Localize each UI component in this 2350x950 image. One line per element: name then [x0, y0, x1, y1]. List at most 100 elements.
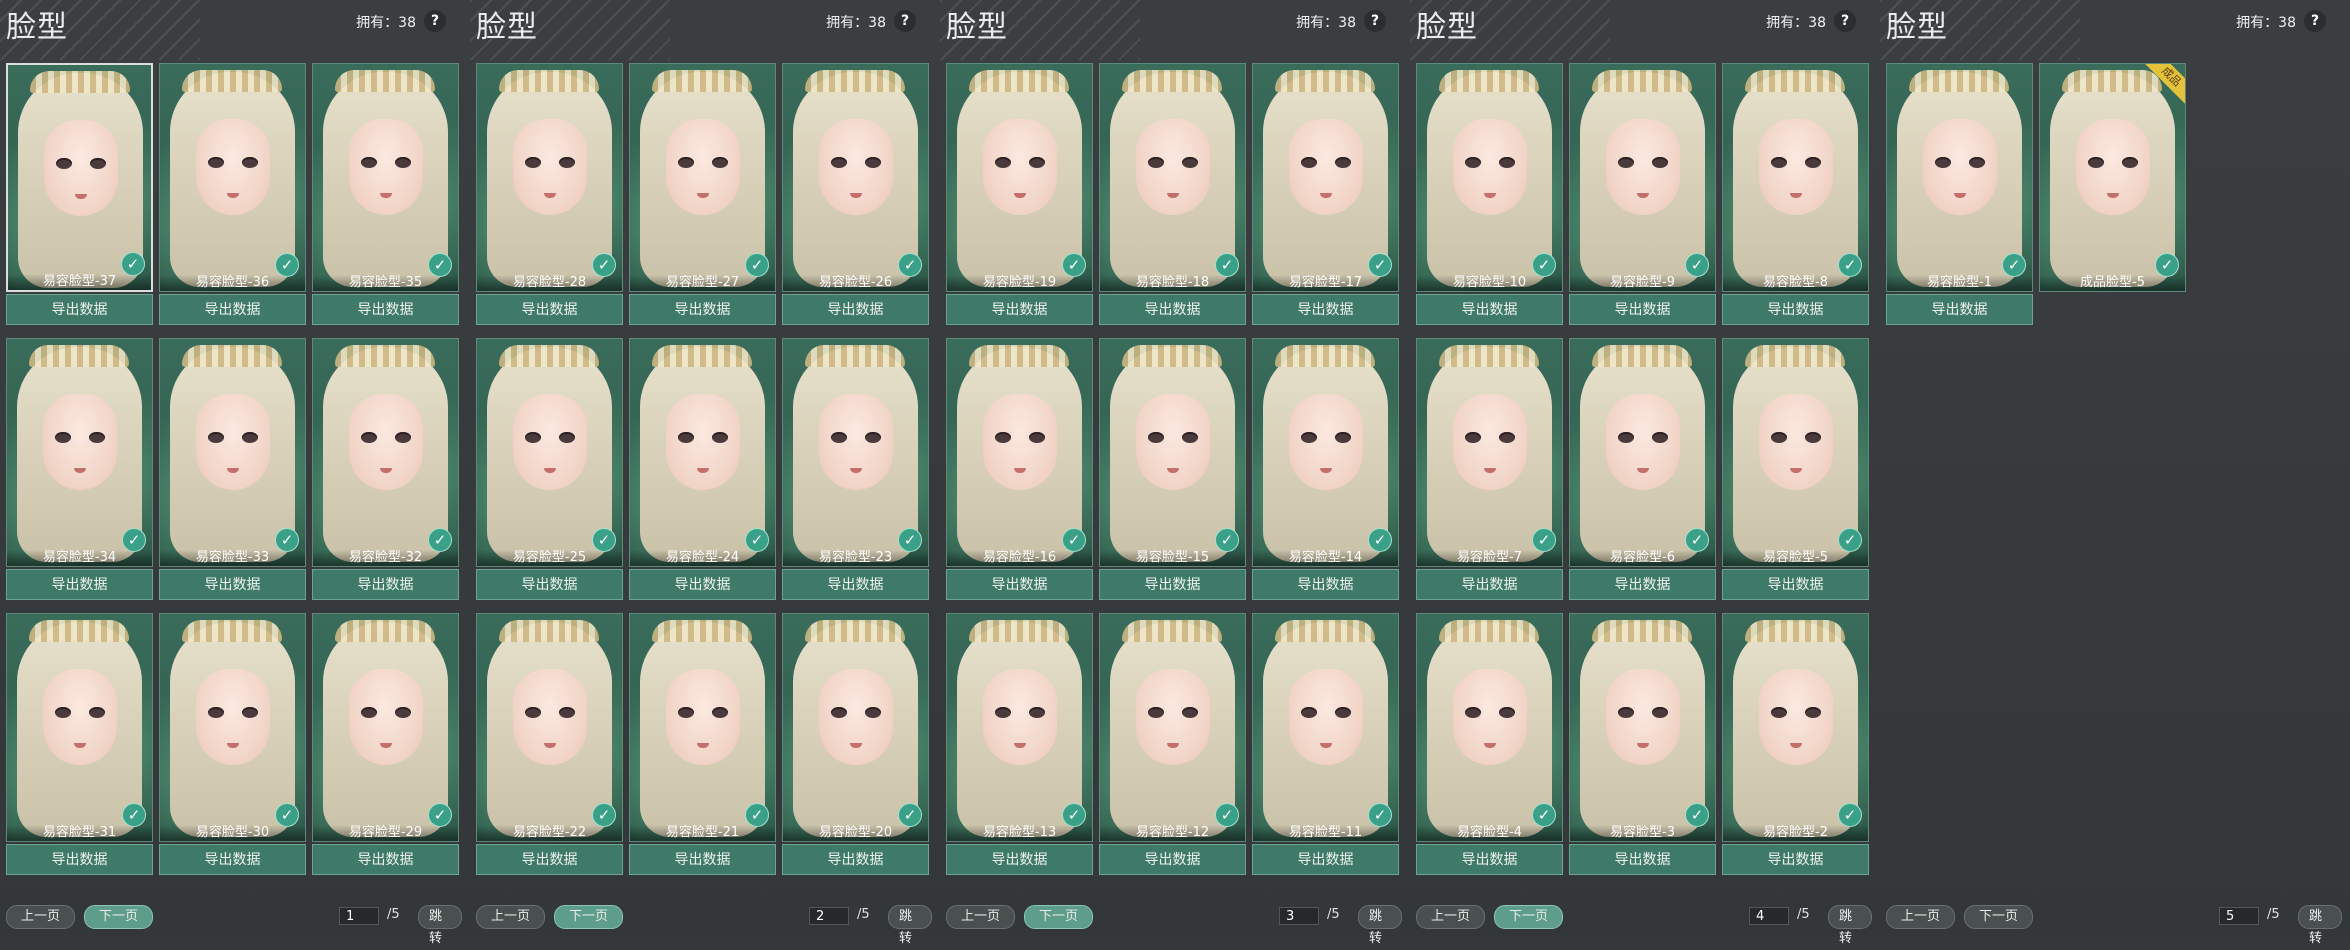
face-card[interactable]: ✓ 易容脸型-17 — [1252, 63, 1399, 292]
face-card[interactable]: ✓ 易容脸型-18 — [1099, 63, 1246, 292]
face-card[interactable]: ✓ 易容脸型-14 — [1252, 338, 1399, 567]
prev-page-button[interactable]: 上一页 — [1886, 905, 1956, 929]
face-card[interactable]: ✓ 易容脸型-12 — [1099, 613, 1246, 842]
export-data-button[interactable]: 导出数据 — [629, 294, 776, 325]
export-data-button[interactable]: 导出数据 — [1722, 294, 1869, 325]
export-data-button[interactable]: 导出数据 — [1416, 569, 1563, 600]
export-data-button[interactable]: 导出数据 — [1252, 844, 1399, 875]
export-data-button[interactable]: 导出数据 — [312, 294, 459, 325]
face-card[interactable]: ✓ 易容脸型-22 — [476, 613, 623, 842]
page-number-input[interactable]: 3 — [1279, 907, 1319, 925]
face-card[interactable]: ✓ 易容脸型-10 — [1416, 63, 1563, 292]
prev-page-button[interactable]: 上一页 — [946, 905, 1016, 929]
export-data-button[interactable]: 导出数据 — [946, 844, 1093, 875]
prev-page-button[interactable]: 上一页 — [1416, 905, 1486, 929]
export-data-button[interactable]: 导出数据 — [1886, 294, 2033, 325]
next-page-button[interactable]: 下一页 — [554, 905, 624, 929]
help-icon[interactable]: ? — [894, 10, 916, 32]
export-data-button[interactable]: 导出数据 — [476, 844, 623, 875]
face-card[interactable]: ✓ 易容脸型-28 — [476, 63, 623, 292]
page-number-input[interactable]: 4 — [1749, 907, 1789, 925]
jump-button[interactable]: 跳转 — [418, 905, 462, 946]
page-number-input[interactable]: 1 — [339, 907, 379, 925]
jump-button[interactable]: 跳转 — [1828, 905, 1872, 946]
face-card[interactable]: ✓ 易容脸型-33 — [159, 338, 306, 567]
face-card[interactable]: ✓ 易容脸型-36 — [159, 63, 306, 292]
face-card[interactable]: ✓ 易容脸型-23 — [782, 338, 929, 567]
face-card[interactable]: ✓ 易容脸型-5 — [1722, 338, 1869, 567]
face-card[interactable]: ✓ 易容脸型-6 — [1569, 338, 1716, 567]
face-card[interactable]: ✓ 易容脸型-19 — [946, 63, 1093, 292]
face-card[interactable]: ✓ 易容脸型-25 — [476, 338, 623, 567]
face-card[interactable]: ✓ 易容脸型-31 — [6, 613, 153, 842]
face-card[interactable]: ✓ 易容脸型-32 — [312, 338, 459, 567]
face-card[interactable]: ✓ 易容脸型-4 — [1416, 613, 1563, 842]
export-data-button[interactable]: 导出数据 — [476, 294, 623, 325]
export-data-button[interactable]: 导出数据 — [1252, 294, 1399, 325]
export-data-button[interactable]: 导出数据 — [629, 844, 776, 875]
export-data-button[interactable]: 导出数据 — [1569, 294, 1716, 325]
export-data-button[interactable]: 导出数据 — [1099, 294, 1246, 325]
face-card[interactable]: ✓ 易容脸型-29 — [312, 613, 459, 842]
export-data-button[interactable]: 导出数据 — [946, 569, 1093, 600]
next-page-button[interactable]: 下一页 — [1494, 905, 1564, 929]
export-data-button[interactable]: 导出数据 — [1416, 844, 1563, 875]
page-number-input[interactable]: 2 — [809, 907, 849, 925]
face-card[interactable]: ✓ 易容脸型-13 — [946, 613, 1093, 842]
face-card[interactable]: ✓ 易容脸型-21 — [629, 613, 776, 842]
help-icon[interactable]: ? — [2304, 10, 2326, 32]
help-icon[interactable]: ? — [1834, 10, 1856, 32]
next-page-button[interactable]: 下一页 — [1964, 905, 2034, 929]
export-data-button[interactable]: 导出数据 — [629, 569, 776, 600]
export-data-button[interactable]: 导出数据 — [6, 844, 153, 875]
export-data-button[interactable]: 导出数据 — [476, 569, 623, 600]
export-data-button[interactable]: 导出数据 — [159, 569, 306, 600]
export-data-button[interactable]: 导出数据 — [1569, 844, 1716, 875]
face-card[interactable]: ✓ 易容脸型-8 — [1722, 63, 1869, 292]
face-card[interactable]: ✓ 易容脸型-15 — [1099, 338, 1246, 567]
export-data-button[interactable]: 导出数据 — [159, 844, 306, 875]
export-data-button[interactable]: 导出数据 — [946, 294, 1093, 325]
jump-button[interactable]: 跳转 — [2298, 905, 2342, 946]
next-page-button[interactable]: 下一页 — [84, 905, 154, 929]
face-card[interactable]: ✓ 易容脸型-20 — [782, 613, 929, 842]
face-card[interactable]: ✓ 易容脸型-24 — [629, 338, 776, 567]
export-data-button[interactable]: 导出数据 — [312, 569, 459, 600]
export-data-button[interactable]: 导出数据 — [1722, 569, 1869, 600]
face-card[interactable]: ✓ 易容脸型-2 — [1722, 613, 1869, 842]
export-data-button[interactable]: 导出数据 — [312, 844, 459, 875]
export-data-button[interactable]: 导出数据 — [782, 294, 929, 325]
face-card[interactable]: ✓ 易容脸型-11 — [1252, 613, 1399, 842]
page-number-input[interactable]: 5 — [2219, 907, 2259, 925]
face-card[interactable]: ✓ 易容脸型-3 — [1569, 613, 1716, 842]
face-card[interactable]: ✓ 易容脸型-7 — [1416, 338, 1563, 567]
jump-button[interactable]: 跳转 — [888, 905, 932, 946]
help-icon[interactable]: ? — [1364, 10, 1386, 32]
face-card[interactable]: ✓ 易容脸型-27 — [629, 63, 776, 292]
face-card[interactable]: ✓ 易容脸型-16 — [946, 338, 1093, 567]
face-card[interactable]: ✓ 易容脸型-37 — [6, 63, 153, 292]
export-data-button[interactable]: 导出数据 — [1099, 569, 1246, 600]
face-card[interactable]: ✓ 易容脸型-1 — [1886, 63, 2033, 292]
export-data-button[interactable]: 导出数据 — [1099, 844, 1246, 875]
prev-page-button[interactable]: 上一页 — [476, 905, 546, 929]
export-data-button[interactable]: 导出数据 — [159, 294, 306, 325]
jump-button[interactable]: 跳转 — [1358, 905, 1402, 946]
export-data-button[interactable]: 导出数据 — [6, 294, 153, 325]
next-page-button[interactable]: 下一页 — [1024, 905, 1094, 929]
face-card[interactable]: ✓ 易容脸型-9 — [1569, 63, 1716, 292]
export-data-button[interactable]: 导出数据 — [6, 569, 153, 600]
export-data-button[interactable]: 导出数据 — [1569, 569, 1716, 600]
export-data-button[interactable]: 导出数据 — [1416, 294, 1563, 325]
face-card[interactable]: ✓ 易容脸型-30 — [159, 613, 306, 842]
export-data-button[interactable]: 导出数据 — [1252, 569, 1399, 600]
face-card[interactable]: ✓ 易容脸型-26 — [782, 63, 929, 292]
help-icon[interactable]: ? — [424, 10, 446, 32]
face-card[interactable]: ✓ 成品脸型-5 成品 — [2039, 63, 2186, 292]
export-data-button[interactable]: 导出数据 — [1722, 844, 1869, 875]
face-card[interactable]: ✓ 易容脸型-35 — [312, 63, 459, 292]
face-card[interactable]: ✓ 易容脸型-34 — [6, 338, 153, 567]
export-data-button[interactable]: 导出数据 — [782, 844, 929, 875]
export-data-button[interactable]: 导出数据 — [782, 569, 929, 600]
prev-page-button[interactable]: 上一页 — [6, 905, 76, 929]
